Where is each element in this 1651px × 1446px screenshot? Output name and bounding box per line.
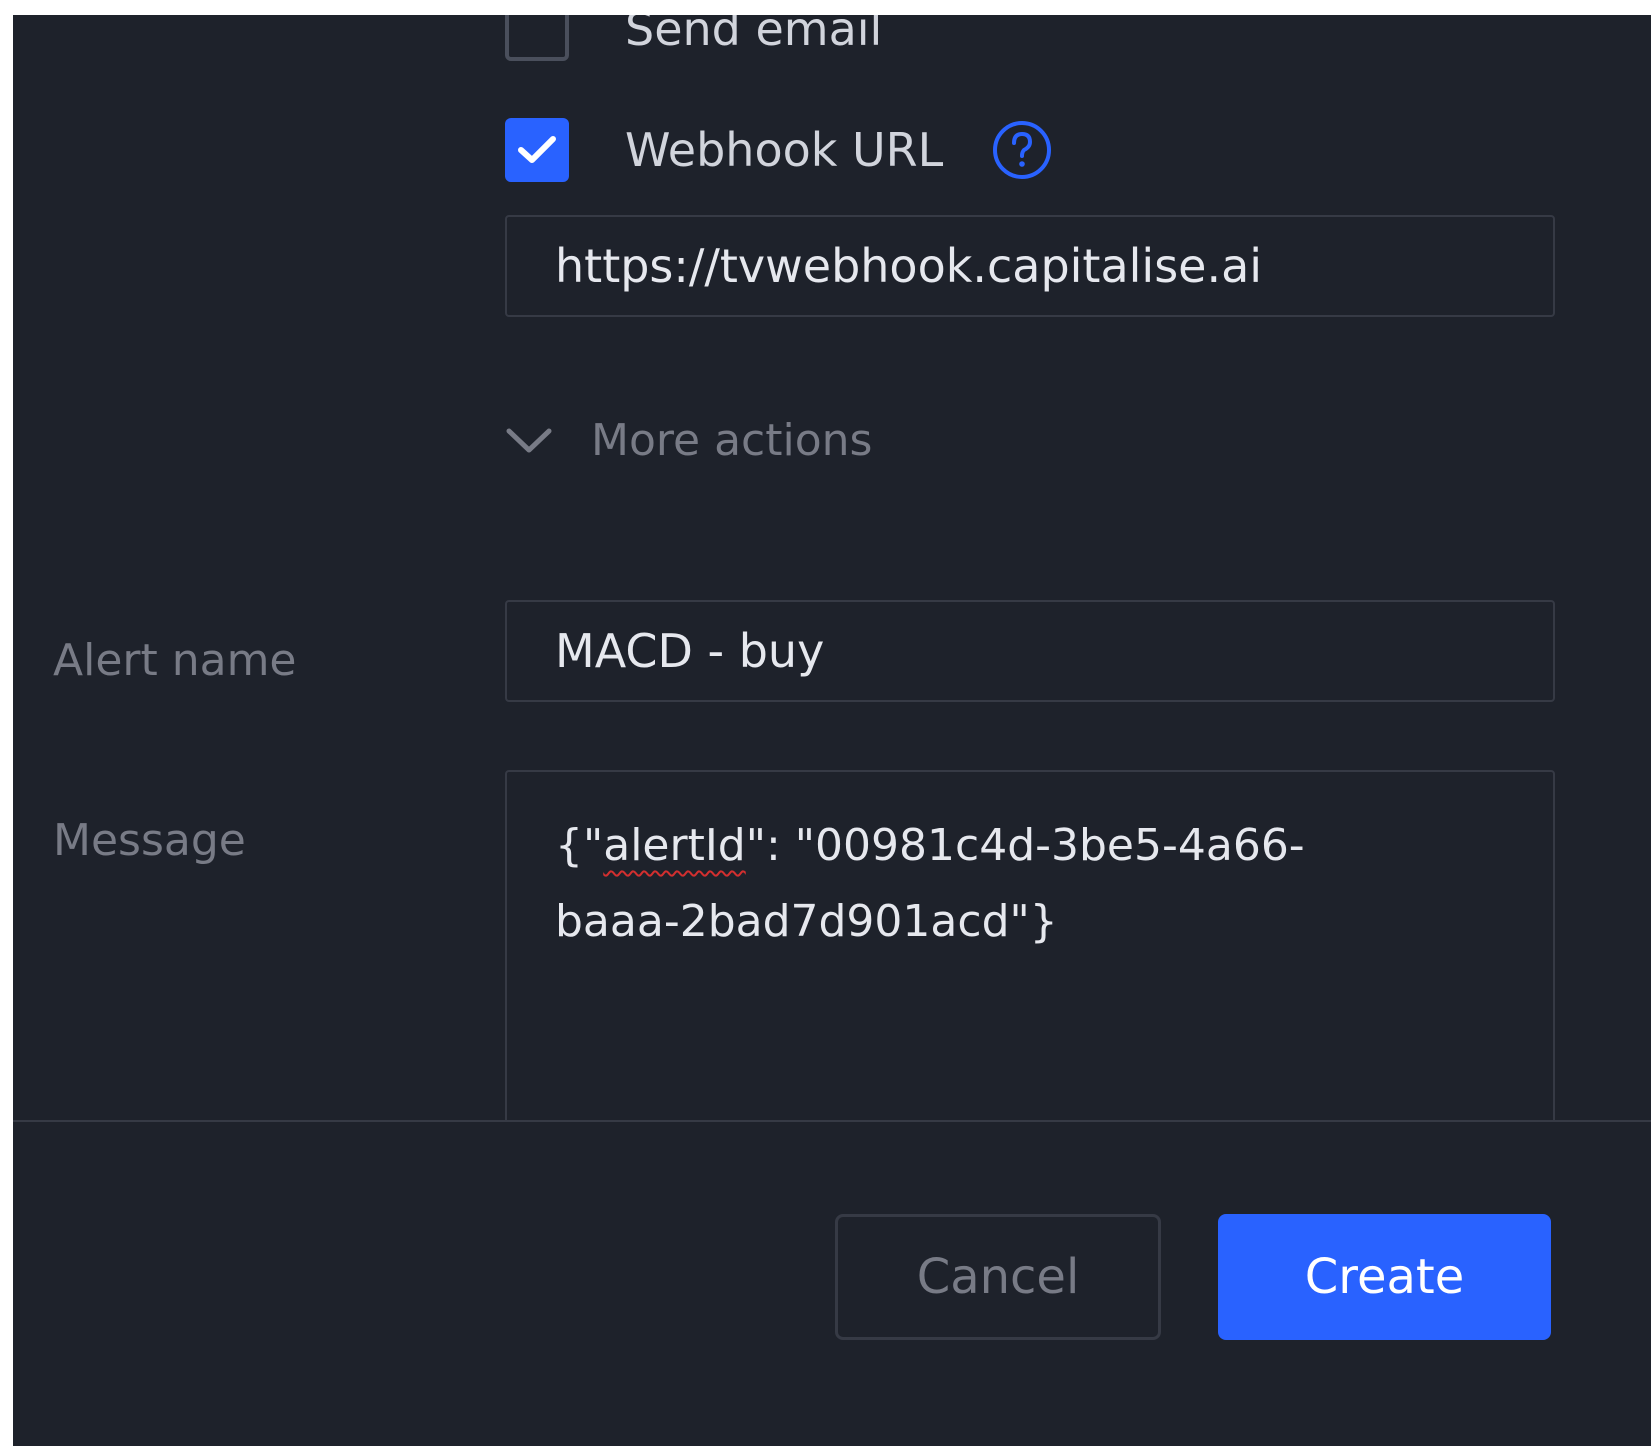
webhook-label: Webhook URL bbox=[625, 123, 944, 177]
create-button[interactable]: Create bbox=[1218, 1214, 1551, 1340]
message-line-1-suffix: ": "00981c4d-3be5-4a66- bbox=[745, 820, 1305, 871]
message-label: Message bbox=[53, 815, 246, 866]
alert-name-label: Alert name bbox=[53, 635, 297, 686]
message-line-1-prefix: {" bbox=[555, 820, 604, 871]
webhook-checkbox[interactable] bbox=[505, 118, 569, 182]
message-line-1: {"alertId": "00981c4d-3be5-4a66- bbox=[555, 808, 1505, 884]
alert-name-input[interactable]: MACD - buy bbox=[505, 600, 1555, 702]
cancel-button[interactable]: Cancel bbox=[835, 1214, 1161, 1340]
checkmark-icon bbox=[518, 136, 556, 163]
more-actions-toggle[interactable]: More actions bbox=[505, 415, 872, 466]
send-email-row[interactable]: Send email bbox=[505, 15, 882, 61]
message-line-2: baaa-2bad7d901acd"} bbox=[555, 896, 1058, 947]
webhook-url-input[interactable]: https://tvwebhook.capitalise.ai bbox=[505, 215, 1555, 317]
send-email-label: Send email bbox=[625, 15, 883, 56]
more-actions-label: More actions bbox=[591, 415, 873, 466]
chevron-down-icon bbox=[505, 424, 553, 458]
question-circle-icon[interactable] bbox=[991, 119, 1053, 181]
create-alert-dialog: Send email Webhook URL https://tvwebhook… bbox=[13, 15, 1651, 1446]
webhook-row[interactable]: Webhook URL bbox=[505, 118, 1053, 182]
send-email-checkbox[interactable] bbox=[505, 15, 569, 61]
dialog-footer: Cancel Create bbox=[13, 1120, 1651, 1446]
message-textarea[interactable]: {"alertId": "00981c4d-3be5-4a66- baaa-2b… bbox=[505, 770, 1555, 1170]
spellcheck-word: alertId bbox=[603, 820, 746, 871]
